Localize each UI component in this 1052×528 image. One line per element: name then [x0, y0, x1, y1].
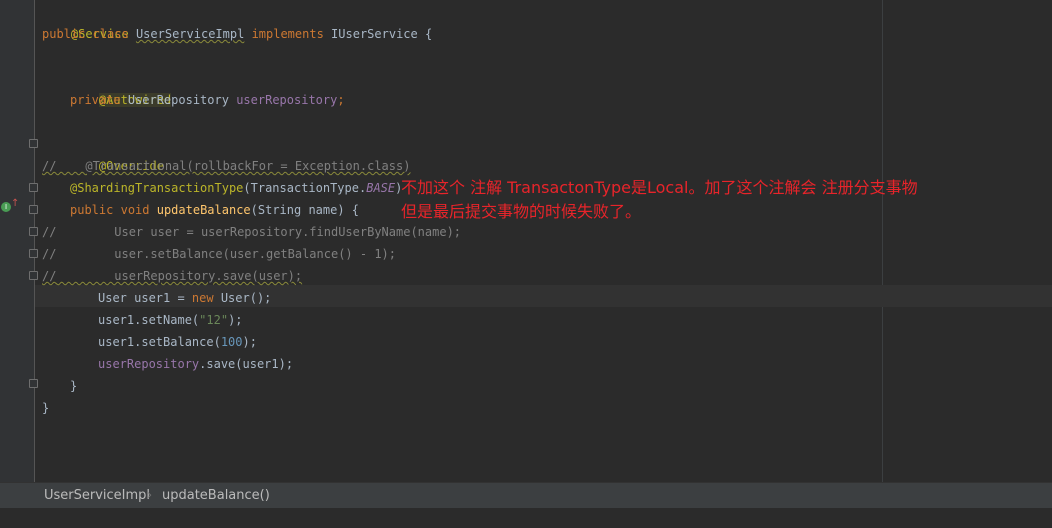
code-line-18: }	[70, 379, 78, 393]
breadcrumb-method[interactable]: updateBalance()	[162, 488, 270, 503]
comment-slashes: //	[42, 269, 57, 283]
code-line-14: User user1 = new User();	[98, 287, 271, 309]
code-line-5: private UserRepository userRepository;	[70, 89, 345, 111]
keyword: private	[70, 93, 121, 107]
code-text: User user1 =	[98, 291, 192, 305]
code-line-13: // userRepository.save(user);	[42, 265, 302, 287]
breadcrumb-class[interactable]: UserServiceImpl	[44, 488, 150, 503]
method-name: updateBalance	[156, 203, 251, 217]
code-text: );	[228, 313, 243, 327]
implementation-marker-icon[interactable]: I	[1, 202, 11, 212]
code-text: user1.setName(	[98, 313, 200, 327]
code-text: User();	[213, 291, 272, 305]
fold-marker-icon[interactable]	[29, 249, 38, 258]
gutter-divider	[34, 0, 35, 482]
bottom-strip	[0, 508, 1052, 528]
keyword: class	[92, 27, 129, 41]
keyword: void	[120, 203, 150, 217]
code-line-10: public void updateBalance(String name) {	[70, 199, 359, 221]
right-margin-guide	[882, 0, 883, 482]
keyword: public	[70, 203, 114, 217]
code-line-1: @Service	[42, 1, 129, 41]
class-name: UserServiceImpl	[135, 27, 245, 41]
code-text: user1.setBalance(	[98, 335, 221, 349]
keyword: implements	[251, 27, 324, 41]
fold-marker-icon[interactable]	[29, 183, 38, 192]
code-line-9: @ShardingTransactionType(TransactionType…	[70, 177, 402, 199]
type-name: UserRepository	[127, 93, 229, 107]
editor-gutter	[0, 0, 34, 482]
fold-marker-icon[interactable]	[29, 205, 38, 214]
note-line-2: 但是最后提交事物的时候失败了。	[401, 202, 642, 221]
code-line-8: // @Transactional(rollbackFor = Exceptio…	[42, 159, 411, 173]
fold-marker-icon[interactable]	[29, 139, 38, 148]
annotation-args: (TransactionType.	[243, 181, 367, 195]
override-arrow-icon[interactable]: ↑	[11, 198, 19, 209]
fold-marker-icon[interactable]	[29, 271, 38, 280]
method-params: (String name) {	[250, 203, 360, 217]
fold-marker-icon[interactable]	[29, 379, 38, 388]
code-line-4: @Autowired	[70, 67, 172, 107]
annotation-note: 不加这个 注解 TransactonType是Local。加了这个注解会 注册分…	[401, 176, 1021, 224]
enum-constant: BASE	[366, 181, 396, 195]
note-line-1: 不加这个 注解 TransactonType是Local。加了这个注解会 注册分…	[401, 178, 918, 197]
keyword: public	[42, 27, 86, 41]
breadcrumb: UserServiceImpl › updateBalance()	[0, 482, 1052, 508]
keyword: new	[191, 291, 214, 305]
code-line-16: user1.setBalance(100);	[98, 331, 257, 353]
semicolon: ;	[337, 93, 345, 107]
code-line-12: // user.setBalance(user.getBalance() - 1…	[42, 247, 397, 261]
code-text: );	[242, 335, 257, 349]
field-name: userRepository	[98, 357, 200, 371]
code-line-15: user1.setName("12");	[98, 309, 243, 331]
field-name: userRepository	[236, 93, 338, 107]
code-line-19: }	[42, 401, 50, 415]
fold-marker-icon[interactable]	[29, 227, 38, 236]
code-text: .save(user1);	[199, 357, 294, 371]
number-literal: 100	[220, 335, 243, 349]
annotation-sharding: @ShardingTransactionType	[70, 181, 244, 195]
code-editor[interactable]: I ↑ @Service public class UserServiceImp…	[0, 0, 1052, 482]
code-line-2: public class UserServiceImpl implements …	[42, 23, 432, 45]
string-literal: "12"	[199, 313, 229, 327]
code-line-7: @Override	[70, 133, 164, 173]
comment-text: userRepository.save(user);	[56, 269, 303, 283]
interface-name: IUserService {	[331, 27, 433, 41]
code-line-17: userRepository.save(user1);	[98, 353, 293, 375]
breadcrumb-separator-icon: ›	[147, 488, 153, 503]
code-line-11: // User user = userRepository.findUserBy…	[42, 225, 462, 239]
